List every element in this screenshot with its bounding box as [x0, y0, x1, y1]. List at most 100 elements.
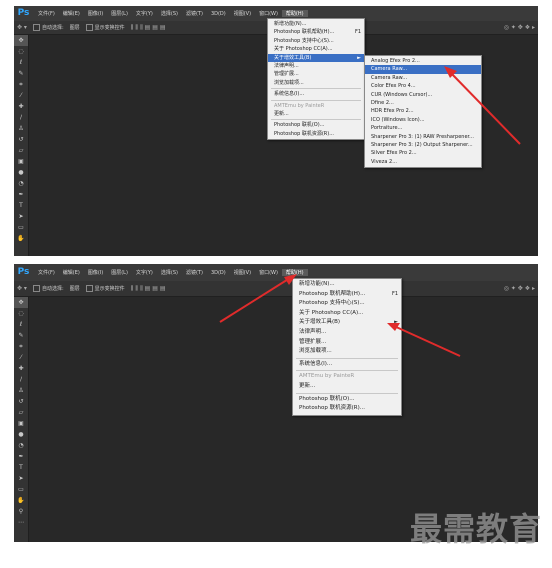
menu-help[interactable]: 帮助(H) [281, 269, 308, 276]
show-transform-checkbox[interactable]: 显示变换控件 [83, 24, 128, 31]
help-support-center[interactable]: Photoshop 支持中心(S)... [268, 37, 364, 45]
help-browse-addons[interactable]: 浏览加载项... [268, 79, 364, 87]
help-about-plugins[interactable]: 关于增效工具(B) ► [268, 53, 364, 62]
plugin-camera-raw-highlighted[interactable]: Camera Raw... [365, 65, 481, 74]
lasso-tool-icon[interactable]: ℓ [20, 57, 22, 68]
dodge-tool-icon[interactable]: ◔ [18, 178, 23, 189]
healing-brush-icon[interactable]: ✚ [18, 363, 23, 374]
plugin-sharpener-output[interactable]: Sharpener Pro 3: (2) Output Sharpener... [365, 141, 481, 149]
type-tool-icon[interactable]: T [19, 200, 23, 211]
help-legal-notices[interactable]: 法律声明... [268, 62, 364, 70]
plugin-analog-efex[interactable]: Analog Efex Pro 2... [365, 57, 481, 65]
quick-select-tool-icon[interactable]: ✎ [18, 68, 23, 79]
move-tool-icon[interactable]: ✥ ▾ [14, 285, 30, 292]
pen-tool-icon[interactable]: ✒ [18, 451, 23, 462]
help-system-info[interactable]: 系统信息(I)... [293, 360, 401, 370]
help-whats-new[interactable]: 新增功能(N)... [268, 20, 364, 28]
plugin-color-efex[interactable]: Color Efex Pro 4... [365, 82, 481, 90]
menu-3d[interactable]: 3D(D) [207, 11, 230, 17]
help-updates[interactable]: 更新... [268, 110, 364, 118]
plugin-hdr-efex[interactable]: HDR Efex Pro 2... [365, 107, 481, 115]
menu-file[interactable]: 文件(F) [34, 269, 59, 276]
menu-type[interactable]: 文字(Y) [132, 269, 157, 276]
help-about-photoshop[interactable]: 关于 Photoshop CC(A)... [293, 309, 401, 319]
type-tool-icon[interactable]: T [19, 462, 23, 473]
help-online-help[interactable]: Photoshop 联机帮助(H)... F1 [293, 290, 401, 300]
3d-mode-icons[interactable]: ◎ ✦ ✥ ❖ ▸ [501, 24, 538, 31]
auto-select-checkbox[interactable]: 自动选择: [30, 285, 67, 292]
shape-tool-icon[interactable]: ▭ [18, 484, 24, 495]
help-online-resources[interactable]: Photoshop 联机资源(R)... [293, 404, 401, 414]
menu-view[interactable]: 视图(V) [230, 10, 255, 17]
eraser-tool-icon[interactable]: ▱ [19, 407, 24, 418]
help-support-center[interactable]: Photoshop 支持中心(S)... [293, 299, 401, 309]
help-legal-notices[interactable]: 法律声明... [293, 328, 401, 338]
menu-edit[interactable]: 编辑(E) [59, 10, 84, 17]
dodge-tool-icon[interactable]: ◔ [18, 440, 23, 451]
history-brush-icon[interactable]: ↺ [18, 134, 23, 145]
path-select-icon[interactable]: ➤ [18, 473, 23, 484]
plugin-sharpener-raw[interactable]: Sharpener Pro 3: (1) RAW Presharpener... [365, 133, 481, 141]
3d-mode-icons[interactable]: ◎ ✦ ✥ ❖ ▸ [501, 285, 538, 292]
align-icons[interactable]: ⫼ ⫼ ⫼ ▤ ▤ ▤ [128, 285, 169, 293]
more-tools-icon[interactable]: ⋯ [18, 517, 24, 528]
gradient-tool-icon[interactable]: ▣ [18, 156, 24, 167]
menu-filter[interactable]: 滤镜(T) [182, 10, 207, 17]
help-whats-new[interactable]: 新增功能(N)... [293, 280, 401, 290]
menu-help[interactable]: 帮助(H) [281, 10, 308, 17]
path-select-icon[interactable]: ➤ [18, 211, 23, 222]
marquee-tool-icon[interactable]: ◌ [18, 46, 23, 57]
clone-stamp-icon[interactable]: ♙ [18, 123, 23, 134]
shape-tool-icon[interactable]: ▭ [18, 222, 24, 233]
gradient-tool-icon[interactable]: ▣ [18, 418, 24, 429]
layer-select[interactable]: 图层 [67, 285, 83, 292]
plugin-silver-efex[interactable]: Silver Efex Pro 2... [365, 149, 481, 157]
hand-tool-icon[interactable]: ✋ [17, 495, 24, 506]
align-icons[interactable]: ⫼ ⫼ ⫼ ▤ ▤ ▤ [128, 24, 169, 32]
plugin-cur[interactable]: CUR (Windows Cursor)... [365, 91, 481, 99]
menu-window[interactable]: 窗口(W) [255, 10, 282, 17]
plugin-viveza[interactable]: Viveza 2... [365, 158, 481, 166]
plugin-dfine[interactable]: Dfine 2... [365, 99, 481, 107]
menu-edit[interactable]: 编辑(E) [59, 269, 84, 276]
menu-view[interactable]: 视图(V) [230, 269, 255, 276]
eyedropper-tool-icon[interactable]: ⁄ [20, 352, 21, 363]
crop-tool-icon[interactable]: ⌗ [19, 79, 22, 90]
help-about-photoshop[interactable]: 关于 Photoshop CC(A)... [268, 45, 364, 53]
menu-layer[interactable]: 图层(L) [107, 269, 132, 276]
healing-brush-icon[interactable]: ✚ [18, 101, 23, 112]
crop-tool-icon[interactable]: ⌗ [19, 341, 22, 352]
show-transform-checkbox[interactable]: 显示变换控件 [83, 285, 128, 292]
help-system-info[interactable]: 系统信息(I)... [268, 90, 364, 98]
help-about-plugins[interactable]: 关于增效工具(B) ► [293, 318, 401, 328]
marquee-tool-icon[interactable]: ◌ [18, 308, 23, 319]
help-photoshop-online[interactable]: Photoshop 联机(O)... [293, 395, 401, 405]
help-online-help[interactable]: Photoshop 联机帮助(H)... F1 [268, 28, 364, 36]
move-tool-icon[interactable]: ✥ [14, 35, 28, 46]
brush-tool-icon[interactable]: ∕ [20, 374, 22, 385]
plugin-portraiture[interactable]: Portraiture... [365, 124, 481, 132]
brush-tool-icon[interactable]: ∕ [20, 112, 22, 123]
layer-select[interactable]: 图层 [67, 24, 83, 31]
clone-stamp-icon[interactable]: ♙ [18, 385, 23, 396]
menu-3d[interactable]: 3D(D) [207, 270, 230, 276]
help-online-resources[interactable]: Photoshop 联机资源(R)... [268, 130, 364, 138]
help-manage-extensions[interactable]: 管理扩展... [268, 70, 364, 78]
pen-tool-icon[interactable]: ✒ [18, 189, 23, 200]
move-tool-icon[interactable]: ✥ ▾ [14, 24, 30, 31]
menu-select[interactable]: 选择(S) [157, 10, 182, 17]
zoom-tool-icon[interactable]: ⚲ [19, 506, 23, 517]
help-browse-addons[interactable]: 浏览加载项... [293, 347, 401, 357]
plugin-camera-raw[interactable]: Camera Raw... [365, 74, 481, 82]
blur-tool-icon[interactable]: ● [18, 167, 23, 178]
quick-select-tool-icon[interactable]: ✎ [18, 330, 23, 341]
eyedropper-tool-icon[interactable]: ⁄ [20, 90, 21, 101]
help-updates[interactable]: 更新... [293, 382, 401, 392]
menu-file[interactable]: 文件(F) [34, 10, 59, 17]
menu-type[interactable]: 文字(Y) [132, 10, 157, 17]
menu-image[interactable]: 图像(I) [84, 269, 107, 276]
help-manage-extensions[interactable]: 管理扩展... [293, 338, 401, 348]
blur-tool-icon[interactable]: ● [18, 429, 23, 440]
hand-tool-icon[interactable]: ✋ [17, 233, 24, 244]
menu-image[interactable]: 图像(I) [84, 10, 107, 17]
